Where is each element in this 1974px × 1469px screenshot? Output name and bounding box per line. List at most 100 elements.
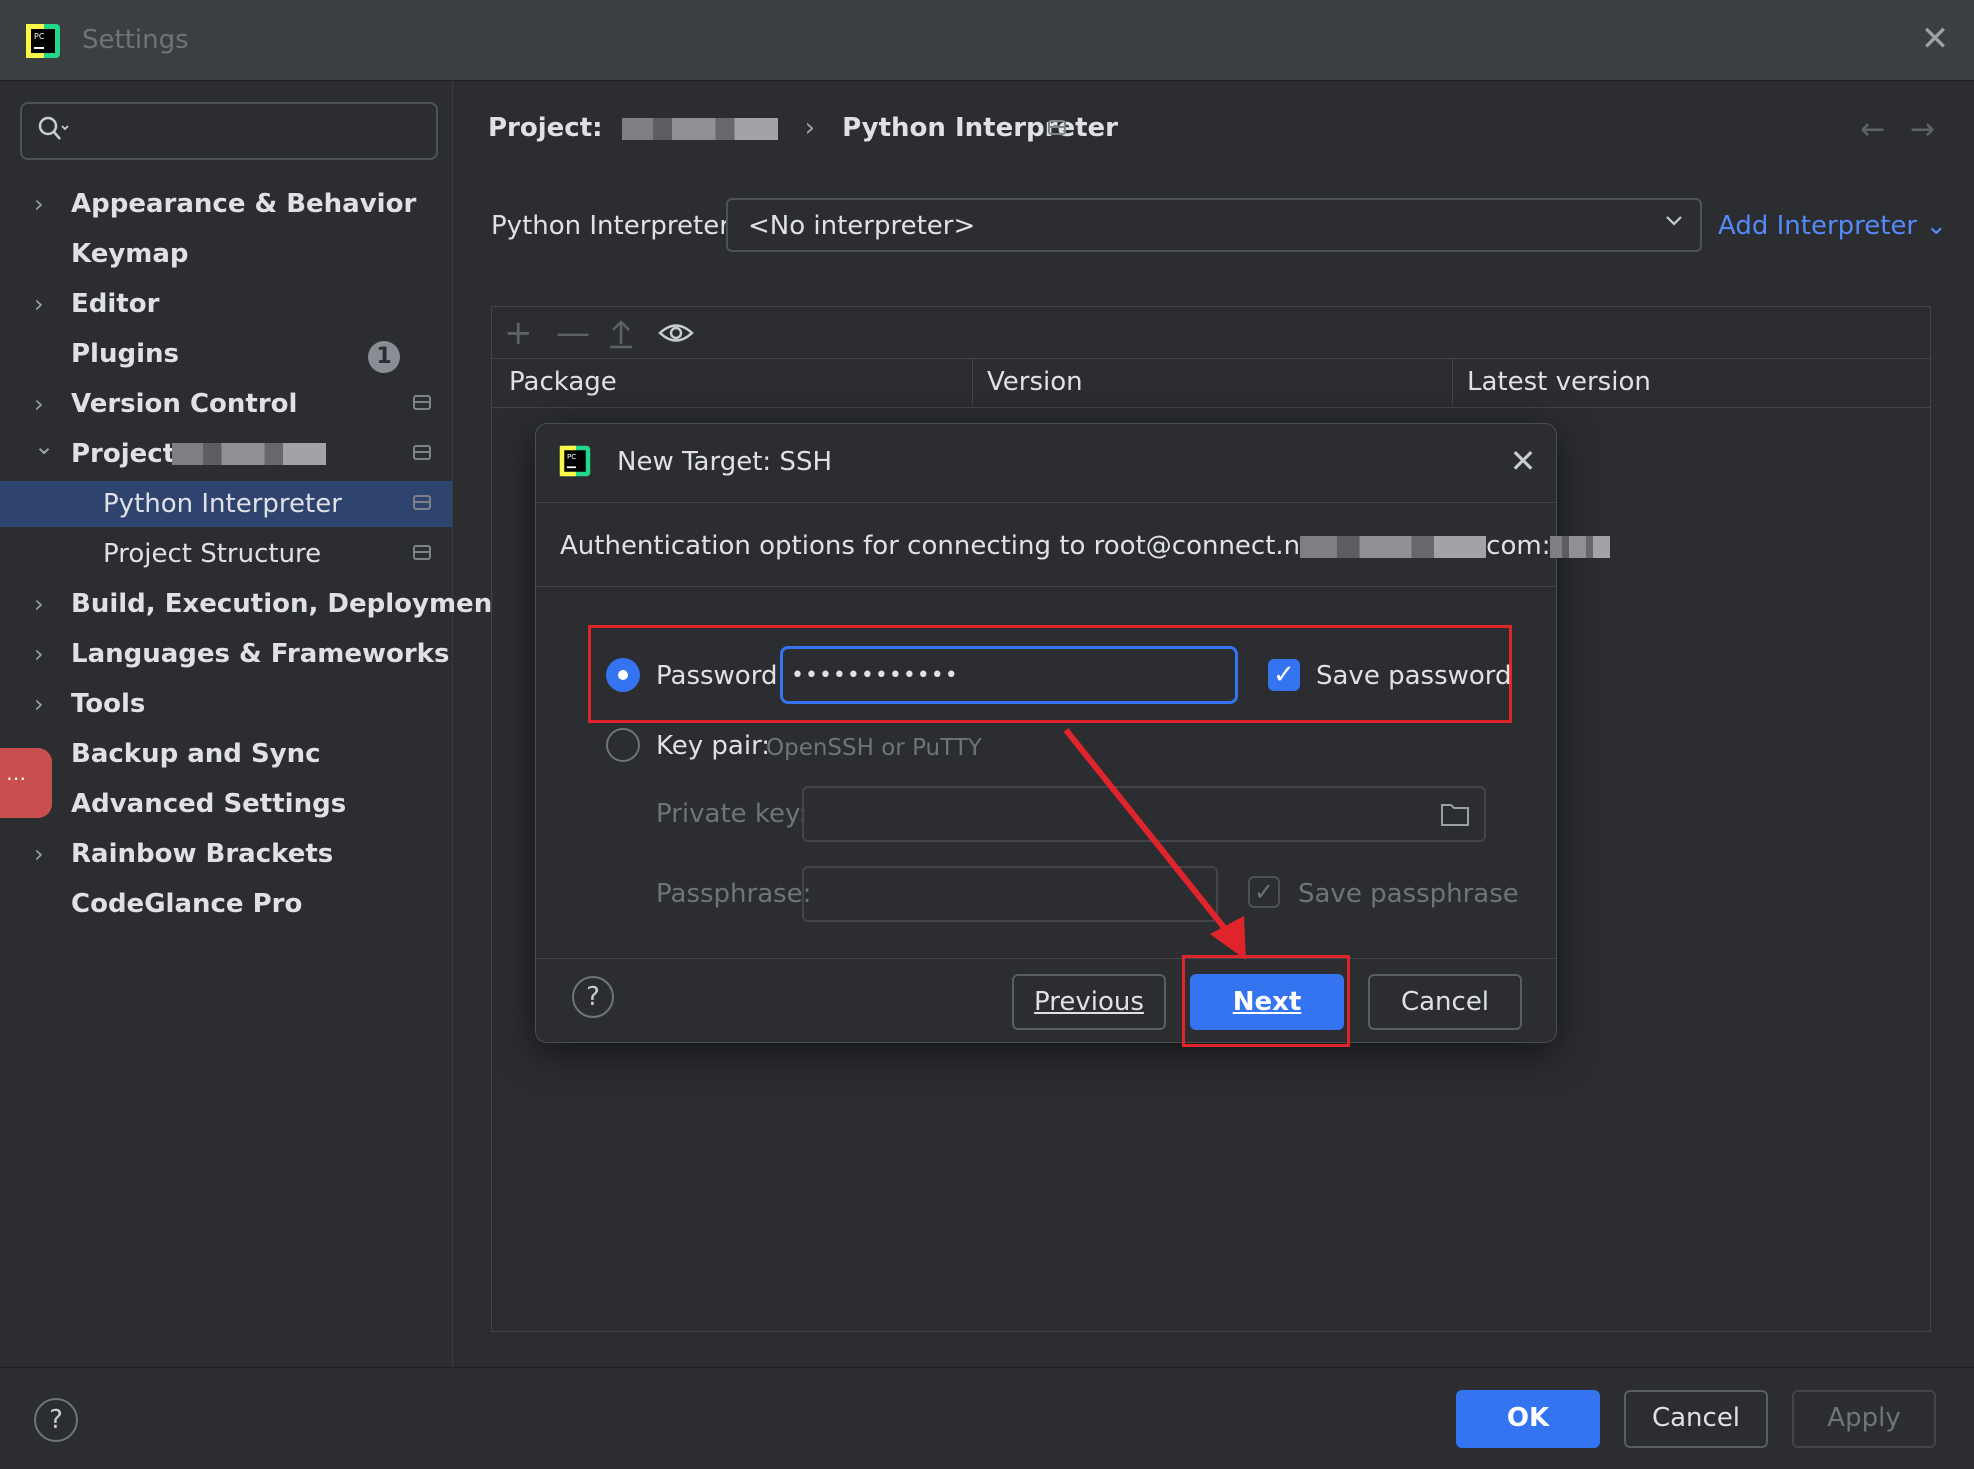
sidebar-item-label: Editor [71,289,160,319]
chevron-right-icon[interactable]: › [34,581,54,627]
password-input[interactable] [780,646,1238,704]
redacted-project-name [172,443,326,465]
forward-arrow-icon[interactable]: → [1910,112,1935,147]
column-divider [1452,358,1453,406]
sidebar-item[interactable]: › Languages & Frameworks [0,631,452,677]
chevron-right-icon[interactable]: › [34,381,54,427]
sidebar-item[interactable]: Advanced Settings [0,781,452,827]
sidebar-item[interactable]: › Build, Execution, Deployment [0,581,505,627]
chevron-right-icon[interactable]: › [34,281,54,327]
title-bar [0,0,1974,81]
sidebar-item-label: Project: [71,439,186,469]
previous-button[interactable]: Previous [1012,974,1166,1030]
column-latest-version[interactable]: Latest version [1467,360,1651,404]
sidebar-item[interactable]: › Editor [0,281,452,327]
add-package-icon[interactable]: + [504,316,533,350]
upgrade-package-icon[interactable] [606,316,636,350]
divider [536,958,1556,959]
pycharm-logo-icon: PC [26,24,60,58]
private-key-label: Private key: [656,799,808,829]
back-arrow-icon[interactable]: ← [1860,112,1885,147]
pin-icon[interactable] [413,445,431,460]
auth-description-tail: com: [1486,531,1551,561]
sidebar-item-label: Keymap [71,239,189,269]
help-icon[interactable]: ? [34,1398,78,1442]
dialog-cancel-button[interactable]: Cancel [1368,974,1522,1030]
sidebar-item-label: Build, Execution, Deployment [71,589,505,619]
password-radio[interactable] [606,658,640,692]
divider [536,586,1556,587]
side-handle[interactable]: ⋯ [0,748,52,818]
packages-table-header [492,358,1930,408]
svg-text:PC: PC [567,452,576,461]
key-pair-radio[interactable] [606,728,640,762]
sidebar-item[interactable]: Backup and Sync [0,731,452,777]
apply-button[interactable]: Apply [1792,1390,1936,1448]
pin-icon[interactable] [413,545,431,560]
pin-icon[interactable] [1048,120,1066,135]
pin-icon[interactable] [413,395,431,410]
breadcrumb-project[interactable]: Project: [488,113,603,143]
sidebar-item[interactable]: › Rainbow Brackets [0,831,452,877]
pin-icon[interactable] [413,495,431,510]
sidebar-item-label: Appearance & Behavior [71,189,417,219]
password-label: Password: [656,661,787,691]
save-password-checkbox[interactable]: ✓ [1268,659,1300,691]
passphrase-label: Passphrase: [656,879,812,909]
sidebar-item[interactable]: CodeGlance Pro [0,881,452,927]
save-passphrase-label: Save passphrase [1298,879,1519,909]
sidebar-item[interactable]: › Appearance & Behavior [0,181,452,227]
key-pair-hint: OpenSSH or PuTTY [766,735,982,761]
sidebar-item-label: Tools [71,689,146,719]
sidebar-item-label: Backup and Sync [71,739,321,769]
chevron-right-icon[interactable]: › [34,681,54,727]
folder-icon[interactable] [1440,801,1470,827]
sidebar-item[interactable]: Python Interpreter [0,481,452,527]
divider [536,502,1556,503]
show-early-releases-eye-icon[interactable] [658,318,694,348]
sidebar-item[interactable]: Keymap [0,231,452,277]
breadcrumb-separator: › [804,113,816,143]
ok-button[interactable]: OK [1456,1390,1600,1448]
column-package[interactable]: Package [509,360,617,404]
column-version[interactable]: Version [987,360,1083,404]
pycharm-logo-icon: PC [559,445,591,477]
cancel-button[interactable]: Cancel [1624,1390,1768,1448]
auth-description: Authentication options for connecting to… [560,526,1611,566]
redacted-host [1300,535,1487,558]
remove-package-icon[interactable]: — [556,316,590,350]
sidebar-item-label: Version Control [71,389,298,419]
key-pair-label: Key pair: [656,731,771,761]
chevron-down-icon[interactable]: ⌄ [34,423,54,469]
search-icon [38,116,69,140]
sidebar-item-label: Plugins [71,339,179,369]
sidebar-item[interactable]: › Version Control [0,381,452,427]
dialog-close-icon[interactable]: ✕ [1506,444,1540,478]
sidebar-item-label: Languages & Frameworks [71,639,450,669]
chevron-down-icon[interactable] [1662,208,1686,232]
chevron-right-icon[interactable]: › [34,831,54,877]
window-title: Settings [82,25,189,55]
chevron-right-icon[interactable]: › [34,631,54,677]
interpreter-value: <No interpreter> [748,211,976,241]
save-password-label[interactable]: Save password [1316,656,1512,696]
sidebar-item[interactable]: Project Structure [0,531,452,577]
window-close-icon[interactable]: ✕ [1918,22,1952,56]
previous-button-label: Previous [1034,987,1144,1017]
sidebar-item[interactable]: › Tools [0,681,452,727]
svg-text:PC: PC [34,32,45,41]
settings-search-input[interactable] [20,102,438,160]
add-interpreter-link[interactable]: Add Interpreter ⌄ [1718,206,1947,246]
chevron-right-icon[interactable]: › [34,181,54,227]
dialog-title: New Target: SSH [617,447,832,477]
sidebar-item[interactable]: Plugins 1 [0,331,452,377]
plugins-update-badge: 1 [368,341,400,373]
dialog-help-icon[interactable]: ? [572,976,614,1018]
auth-description-text: Authentication options for connecting to… [560,531,1301,561]
sidebar-item-label: Python Interpreter [103,489,342,519]
annotation-arrow [1063,728,1246,960]
redacted-project-name [621,117,778,140]
sidebar-item[interactable]: ⌄ Project: [0,431,452,477]
breadcrumb-current: Python Interpreter [842,113,1118,143]
column-divider [972,358,973,406]
